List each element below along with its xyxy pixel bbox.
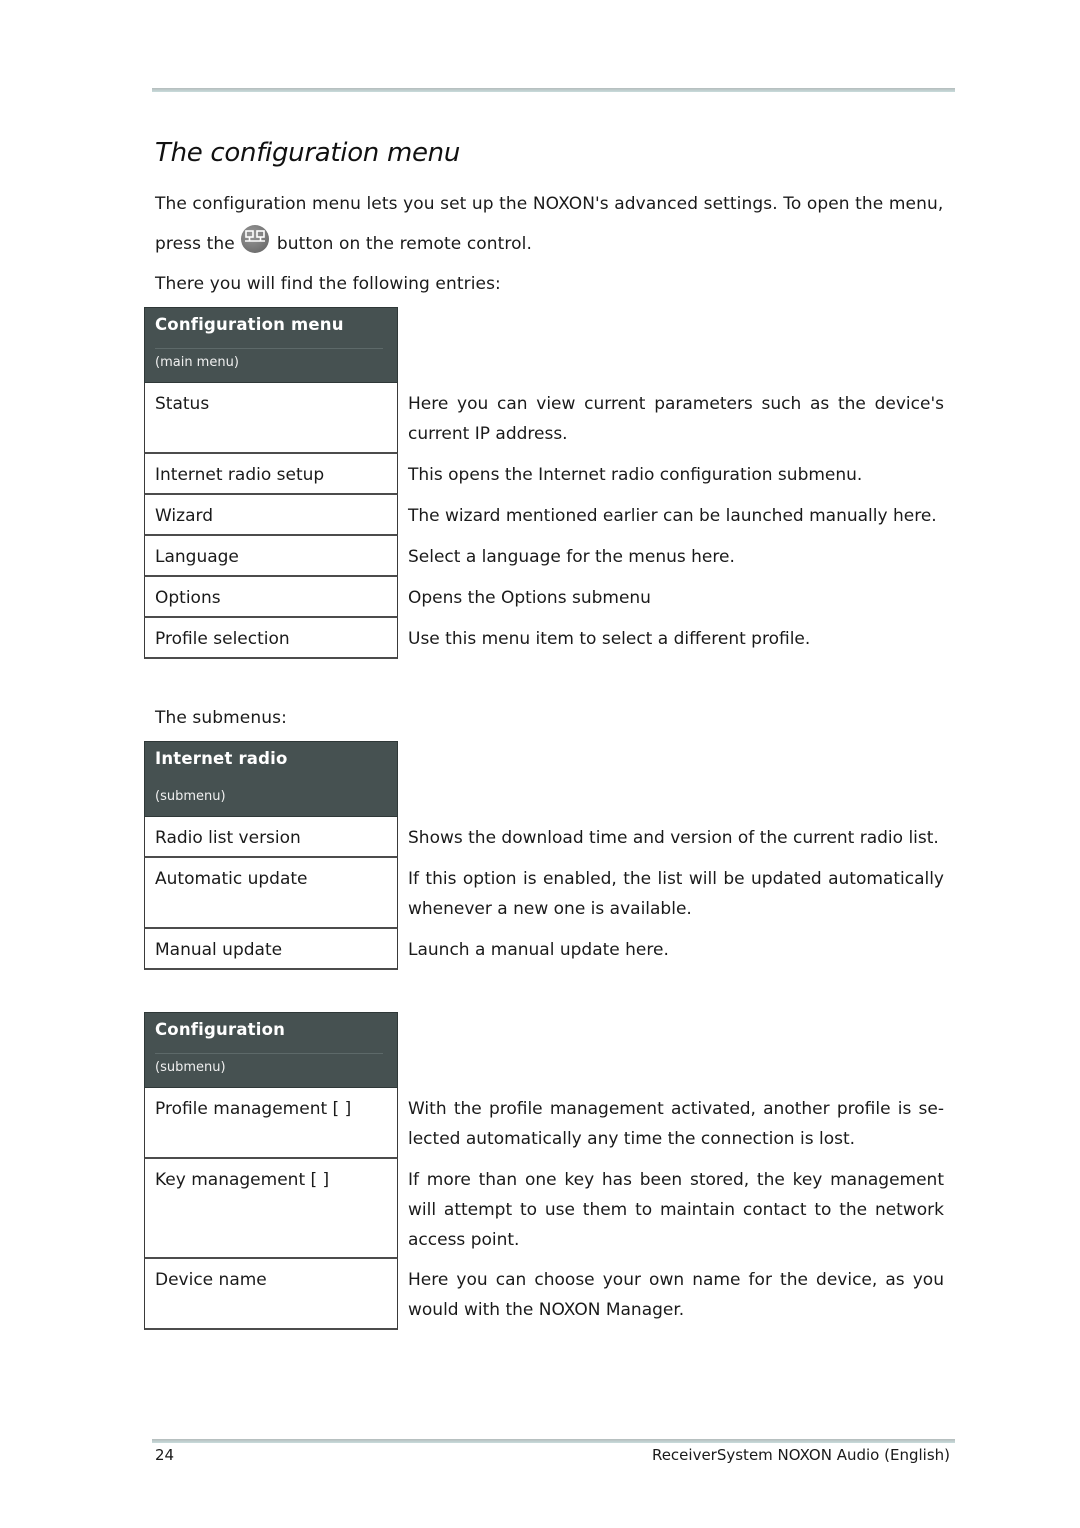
- config-main-menu-table: Configuration menu (main menu) Status He…: [144, 307, 956, 659]
- header-divider: [155, 1053, 383, 1054]
- bottom-rule: [152, 1439, 955, 1443]
- intro-text-before-icon: press the: [155, 234, 235, 254]
- table-subtitle: (main menu): [155, 355, 239, 370]
- configuration-submenu-table: Configuration (submenu) Profile manageme…: [144, 1012, 956, 1330]
- entries-intro: There you will find the following entrie…: [155, 274, 501, 294]
- table-row: Language Select a language for the menus…: [144, 536, 956, 577]
- table-subtitle: (submenu): [155, 1060, 226, 1075]
- top-rule: [152, 88, 955, 92]
- table-row: Automatic update If this option is enabl…: [144, 858, 956, 929]
- submenus-intro: The submenus:: [155, 708, 287, 728]
- intro-line-2: press the button on the remote control.: [155, 224, 955, 264]
- intro-line-1: The configuration menu lets you set up t…: [155, 194, 944, 214]
- internet-radio-submenu-table: Internet radio (submenu) Radio list vers…: [144, 741, 956, 970]
- table-row: Profile selection Use this menu item to …: [144, 618, 956, 659]
- menu-item-label: Key management [ ]: [144, 1159, 398, 1259]
- table-header: Internet radio (submenu): [144, 741, 398, 817]
- intro-paragraph: The configuration menu lets you set up t…: [155, 184, 955, 264]
- menu-item-label: Device name: [144, 1259, 398, 1330]
- menu-item-description: Select a language for the menus here.: [408, 547, 735, 567]
- menu-item-label: Profile management [ ]: [144, 1088, 398, 1159]
- menu-item-description: Launch a manual update here.: [408, 940, 669, 960]
- menu-item-description: The wizard mentioned earlier can be laun…: [408, 506, 937, 526]
- menu-item-label: Radio list version: [144, 817, 398, 858]
- menu-item-label: Wizard: [144, 495, 398, 536]
- header-divider: [155, 348, 383, 349]
- menu-item-description: Shows the download time and version of t…: [408, 828, 939, 848]
- table-row: Wizard The wizard mentioned earlier can …: [144, 495, 956, 536]
- menu-item-description: If this option is enabled, the list will…: [408, 869, 944, 919]
- remote-menu-button-icon: [241, 225, 270, 253]
- table-row: Options Opens the Options submenu: [144, 577, 956, 618]
- menu-item-label: Internet radio setup: [144, 454, 398, 495]
- menu-item-description: Here you can view current parameters suc…: [408, 394, 944, 444]
- intro-text-after-icon: button on the remote control.: [276, 234, 532, 254]
- menu-item-description: This opens the Internet radio configurat…: [408, 465, 863, 485]
- menu-item-description: Use this menu item to select a different…: [408, 629, 811, 649]
- table-header: Configuration menu (main menu): [144, 307, 398, 383]
- menu-item-label: Options: [144, 577, 398, 618]
- table-header: Configuration (submenu): [144, 1012, 398, 1088]
- table-row: Status Here you can view current paramet…: [144, 383, 956, 454]
- menu-item-label: Status: [144, 383, 398, 454]
- table-row: Internet radio setup This opens the Inte…: [144, 454, 956, 495]
- table-title: Internet radio: [155, 749, 288, 768]
- table-row: Radio list version Shows the download ti…: [144, 817, 956, 858]
- menu-item-label: Language: [144, 536, 398, 577]
- menu-item-label: Automatic update: [144, 858, 398, 929]
- document-title: ReceiverSystem NOXON Audio (English): [651, 1446, 950, 1464]
- menu-item-description: With the profile management activated, a…: [408, 1099, 944, 1149]
- page-title: The configuration menu: [155, 138, 461, 168]
- table-subtitle: (submenu): [155, 789, 226, 804]
- table-row: Device name Here you can choose your own…: [144, 1259, 956, 1330]
- menu-item-description: If more than one key has been stored, th…: [408, 1170, 944, 1250]
- page-number: 24: [155, 1446, 175, 1464]
- menu-item-label: Profile selection: [144, 618, 398, 659]
- menu-item-label: Manual update: [144, 929, 398, 970]
- table-row: Key management [ ] If more than one key …: [144, 1159, 956, 1259]
- table-title: Configuration menu: [155, 315, 344, 334]
- table-row: Profile management [ ] With the profile …: [144, 1088, 956, 1159]
- table-title: Configuration: [155, 1020, 286, 1039]
- menu-item-description: Here you can choose your own name for th…: [408, 1270, 944, 1320]
- table-row: Manual update Launch a manual update her…: [144, 929, 956, 970]
- menu-item-description: Opens the Options submenu: [408, 588, 651, 608]
